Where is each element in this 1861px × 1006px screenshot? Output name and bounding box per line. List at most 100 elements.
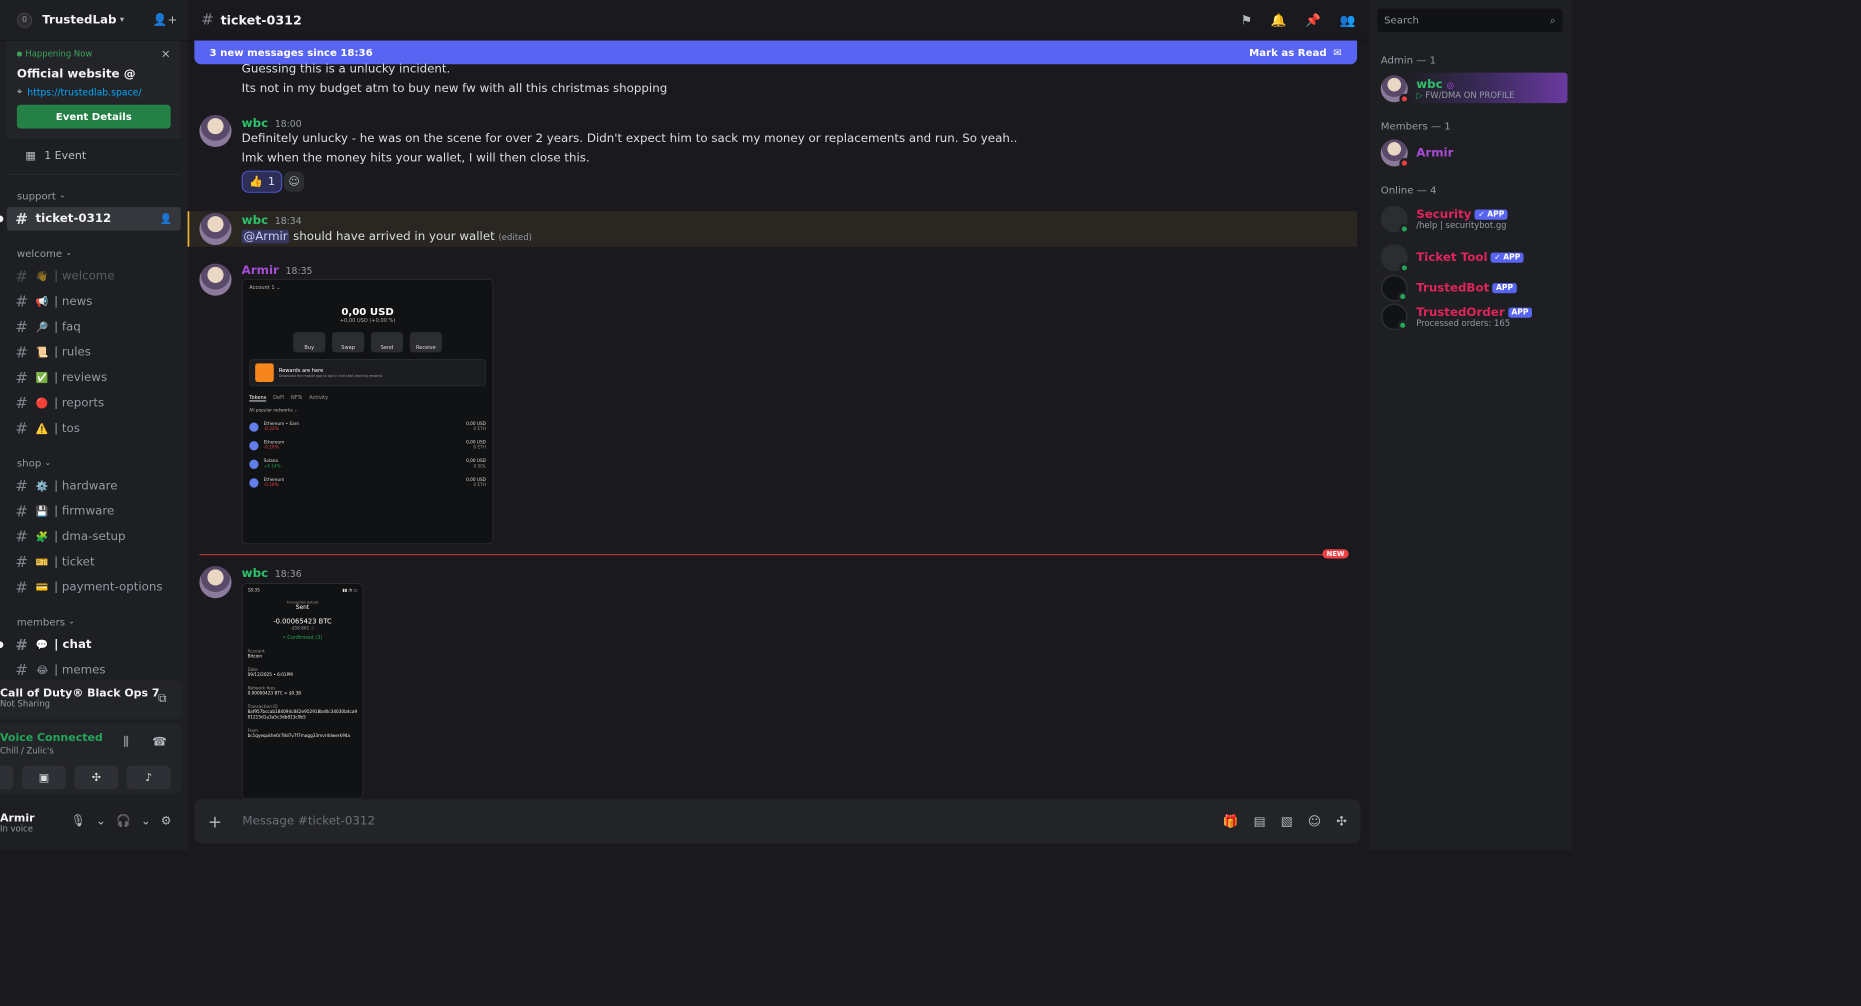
hash-icon: # [15, 419, 28, 438]
avatar[interactable] [199, 212, 232, 246]
bell-icon[interactable]: 🔔 [1271, 12, 1287, 27]
new-messages-bar[interactable]: 3 new messages since 18:36 Mark as Read ✉ [194, 40, 1358, 65]
headphones-icon[interactable]: 🎧 [116, 815, 131, 829]
token-icon [249, 440, 259, 450]
channel-ticket-0312[interactable]: # ticket-0312 👤 [0, 207, 181, 231]
welcome-channel-list: # 👋 | welcome # 📢 | news # 🔎 | faq # 📜 | rules # ✅ | r… [0, 264, 188, 440]
member-armir[interactable]: Armir [1380, 135, 1563, 170]
bot-avatar [1380, 303, 1408, 331]
members-channel-list: # 💬 | chat # 😂 | memes [0, 633, 188, 682]
member-wbc[interactable]: wbc ◎ ▷ FW/DMA ON PROFILE [1380, 71, 1563, 106]
token-row: Ethereum -0.10% 0,00 USD 0 ETH [249, 440, 486, 450]
mark-as-read-button[interactable]: Mark as Read ✉ [1249, 46, 1342, 58]
channel-rules[interactable]: # 📜 | rules [7, 341, 181, 365]
timestamp: 18:34 [274, 215, 302, 227]
server-header[interactable]: 0 TrustedLab ▾ 👤+ [0, 0, 188, 41]
screen-share-icon[interactable]: ⧉ [158, 692, 166, 706]
search-input[interactable]: Search ⌕ [1377, 8, 1563, 33]
channel-ticket[interactable]: # 🎫 | ticket [7, 550, 181, 574]
microphone-icon[interactable]: 🎙 [71, 815, 86, 829]
screen-share-button[interactable]: ▣ [21, 765, 66, 790]
chat-area: # ticket-0312 ⚑ 🔔 📌 👥 3 new messages sin… [187, 0, 1369, 851]
channel-faq[interactable]: # 🔎 | faq [7, 315, 181, 339]
member-list: Search ⌕ Admin — 1 wbc ◎ ▷ FW/DMA ON PRO… [1368, 0, 1573, 851]
emoji-icon[interactable]: ☺ [1308, 814, 1321, 829]
wallet-balance-sub: +0,00 USD (+0,00 %) [339, 317, 396, 324]
activity-panel: Call of Duty® Black Ops 7 Not Sharing ⧉ [0, 680, 182, 720]
category-welcome[interactable]: welcome ⌄ [0, 232, 188, 262]
category-support[interactable]: support ⌄ [0, 175, 188, 205]
bot-avatar [1380, 244, 1410, 273]
category-label: support [16, 190, 56, 202]
username[interactable]: wbc [242, 214, 268, 228]
avatar[interactable] [199, 114, 232, 148]
avatar [1380, 139, 1410, 169]
member-trustedorder[interactable]: TrustedOrder APP Processed orders: 165 [1380, 299, 1563, 334]
reaction-thumbs-up[interactable]: 👍 1 [241, 170, 283, 193]
event-link[interactable]: https://trustedlab.space/ [27, 87, 141, 98]
voice-side-button[interactable] [0, 765, 14, 790]
channel-dma-setup[interactable]: # 🧩 | dma-setup [7, 525, 181, 549]
channel-emoji-icon: 📜 [35, 346, 49, 359]
event-details-button[interactable]: Event Details [16, 104, 171, 129]
channel-news[interactable]: # 📢 | news [7, 290, 181, 314]
category-members[interactable]: members ⌄ [0, 601, 188, 631]
category-shop[interactable]: shop ⌄ [0, 442, 188, 472]
image-attachment-transaction[interactable]: 18:35 ▮▮ ◔ ▭ Transaction details Sent -0.… [241, 583, 364, 800]
channel-payment-options[interactable]: # 💳 | payment-options [7, 575, 181, 599]
voice-signal-icon[interactable]: ⫼ [123, 735, 128, 749]
wallet-btn-buy: Buy [293, 332, 326, 353]
invite-icon[interactable]: 👤 [160, 213, 173, 225]
channel-chat[interactable]: # 💬 | chat [0, 633, 181, 657]
close-icon[interactable]: × [161, 47, 171, 61]
disconnect-icon[interactable]: ☎ [152, 735, 167, 749]
channel-welcome[interactable]: # 👋 | welcome [7, 264, 181, 288]
gif-icon[interactable]: ▤ [1253, 814, 1265, 829]
gift-icon[interactable]: 🎁 [1222, 814, 1238, 829]
token-amount: 0 ETH [473, 426, 486, 432]
channel-firmware[interactable]: # 💾 | firmware [7, 499, 181, 523]
channel-label: ticket-0312 [35, 212, 112, 226]
username[interactable]: wbc [242, 117, 268, 131]
channel-reviews[interactable]: # ✅ | reviews [7, 366, 181, 390]
channel-tos[interactable]: # ⚠️ | tos [7, 417, 181, 441]
username[interactable]: wbc [242, 567, 268, 581]
activities-button[interactable]: ✣ [74, 765, 119, 790]
chevron-down-icon: ⌄ [59, 191, 66, 201]
channel-memes[interactable]: # 😂 | memes [7, 658, 181, 682]
plus-icon[interactable]: + [208, 811, 222, 831]
apps-icon[interactable]: ✣ [1336, 814, 1347, 829]
user-mention[interactable]: @Armir [241, 229, 290, 244]
pin-icon[interactable]: 📌 [1305, 12, 1321, 27]
member-sub: /help | securitybot.gg [1416, 220, 1507, 231]
events-count[interactable]: ▦ 1 Event [6, 138, 181, 175]
soundboard-button[interactable]: ♪ [126, 765, 171, 790]
server-badge: 0 [16, 12, 33, 28]
username[interactable]: Armir [242, 264, 279, 278]
message-input[interactable]: Message #ticket-0312 [242, 815, 375, 829]
channel-emoji-icon: 🔴 [35, 397, 49, 409]
avatar[interactable] [199, 566, 232, 599]
sticker-icon[interactable]: ▧ [1281, 814, 1293, 829]
voice-status[interactable]: Voice Connected [0, 732, 103, 745]
member-list-icon[interactable]: 👥 [1340, 12, 1356, 27]
channel-label: | reports [54, 396, 105, 410]
hash-icon: # [15, 292, 28, 311]
channel-reports[interactable]: # 🔴 | reports [7, 391, 181, 415]
voice-channel[interactable]: Chill / Zulic's [0, 747, 54, 756]
channel-label: | firmware [54, 504, 115, 518]
member-security[interactable]: Security ✓ APP/help | securitybot.gg [1380, 201, 1563, 236]
channel-hardware[interactable]: # ⚙️ | hardware [7, 474, 181, 498]
channel-emoji-icon: 🧩 [35, 530, 49, 543]
chevron-down-icon[interactable]: ⌄ [141, 815, 151, 829]
threads-icon[interactable]: ⚑ [1241, 12, 1252, 27]
user-panel[interactable]: Armir In voice 🎙 ⌄ 🎧 ⌄ ⚙ [0, 799, 182, 846]
event-title: Official website @ [16, 67, 136, 82]
chevron-down-icon[interactable]: ⌄ [96, 815, 106, 829]
invite-people-icon[interactable]: 👤+ [153, 13, 178, 27]
image-attachment-wallet[interactable]: Account 1 ⌄ 0,00 USD +0,00 USD (+0,00 %)… [241, 278, 494, 545]
gear-icon[interactable]: ⚙ [161, 815, 172, 829]
chevron-down-icon: ⌄ [65, 249, 72, 258]
add-reaction-icon[interactable]: ☺ [283, 171, 305, 192]
avatar[interactable] [199, 263, 232, 296]
